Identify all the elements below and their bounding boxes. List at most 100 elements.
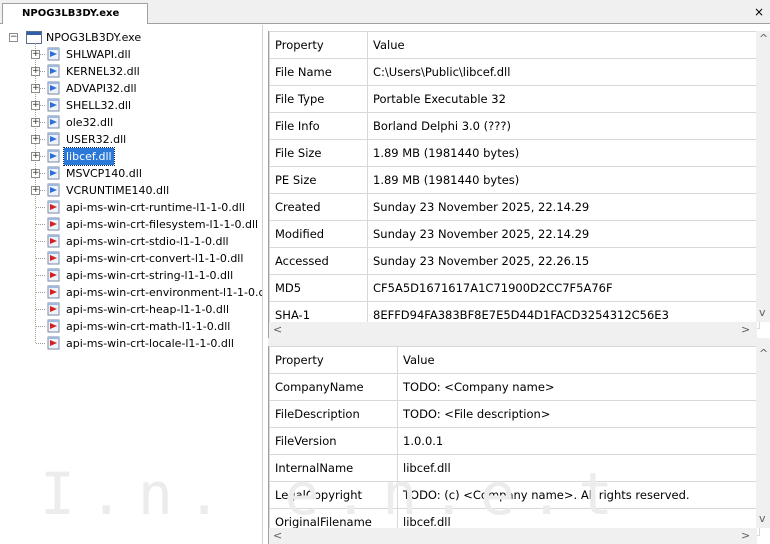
expand-icon[interactable]: + [31, 67, 40, 76]
property-name-cell: Modified [269, 220, 368, 248]
tree-connector [36, 343, 45, 344]
scroll-left-icon[interactable]: < [273, 530, 282, 542]
tree-item[interactable]: api-ms-win-crt-stdio-l1-1-0.dll [0, 233, 262, 250]
tree-connector [36, 292, 45, 293]
table-row[interactable]: Created Sunday 23 November 2025, 22.14.29 [269, 193, 760, 221]
tree-item[interactable]: + MSVCP140.dll [0, 165, 262, 182]
tree-item[interactable]: + SHLWAPI.dll [0, 46, 262, 63]
table-row[interactable]: File Size 1.89 MB (1981440 bytes) [269, 139, 760, 167]
table-row[interactable]: Accessed Sunday 23 November 2025, 22.26.1… [269, 247, 760, 275]
property-value-cell: C:\Users\Public\libcef.dll [367, 58, 760, 86]
version-properties-grid: Property Value CompanyName TODO: <Company n… [268, 346, 770, 544]
scroll-left-icon[interactable]: < [273, 324, 282, 336]
property-value-cell: Sunday 23 November 2025, 22.26.15 [367, 247, 760, 275]
module-icon [47, 149, 60, 163]
table-row[interactable]: File Type Portable Executable 32 [269, 85, 760, 113]
property-name-cell: FileDescription [269, 400, 398, 428]
expand-icon[interactable]: + [31, 118, 40, 127]
tree-connector [36, 326, 45, 327]
column-header[interactable]: Property [269, 346, 398, 374]
expand-icon[interactable]: + [31, 186, 40, 195]
tree-item[interactable]: + libcef.dll [0, 147, 262, 166]
tree-item-label: api-ms-win-crt-runtime-l1-1-0.dll [66, 201, 245, 214]
property-value-cell: CF5A5D1671617A1C71900D2CC7F5A76F [367, 274, 760, 302]
expand-icon[interactable]: + [31, 169, 40, 178]
tree-item[interactable]: + KERNEL32.dll [0, 63, 262, 80]
tree-item[interactable]: api-ms-win-crt-convert-l1-1-0.dll [0, 250, 262, 267]
property-value-cell: 1.0.0.1 [397, 427, 760, 455]
table-row[interactable]: LegalCopyright TODO: (c) <Company name>. … [269, 481, 760, 509]
module-icon [47, 166, 60, 180]
tree-item[interactable]: api-ms-win-crt-string-l1-1-0.dll [0, 267, 262, 284]
property-value-cell: Sunday 23 November 2025, 22.14.29 [367, 220, 760, 248]
tree-item-label: api-ms-win-crt-heap-l1-1-0.dll [66, 303, 230, 316]
dependency-tree[interactable]: − NPOG3LB3DY.exe + SHLWAPI.dll + KERNEL32.dll… [0, 25, 263, 544]
tree-item[interactable]: + ADVAPI32.dll [0, 80, 262, 97]
table-row[interactable]: MD5 CF5A5D1671617A1C71900D2CC7F5A76F [269, 274, 760, 302]
module-icon [47, 132, 60, 146]
table-row[interactable]: File Name C:\Users\Public\libcef.dll [269, 58, 760, 86]
tree-item[interactable]: api-ms-win-crt-locale-l1-1-0.dll [0, 335, 262, 352]
scroll-up-icon[interactable]: ^ [759, 348, 768, 360]
expand-icon[interactable]: + [31, 101, 40, 110]
tree-item-label: api-ms-win-crt-math-l1-1-0.dll [66, 320, 231, 333]
scroll-right-icon[interactable]: > [741, 530, 750, 542]
property-value-cell: Portable Executable 32 [367, 85, 760, 113]
close-icon[interactable]: × [754, 5, 764, 19]
horizontal-scrollbar[interactable]: < > [269, 322, 757, 338]
tree-connector [36, 258, 45, 259]
scroll-down-icon[interactable]: v [759, 307, 766, 319]
column-header[interactable]: Value [397, 346, 760, 374]
scroll-up-icon[interactable]: ^ [759, 33, 768, 45]
scroll-right-icon[interactable]: > [741, 324, 750, 336]
tree-item[interactable]: api-ms-win-crt-heap-l1-1-0.dll [0, 301, 262, 318]
tree-item-label: api-ms-win-crt-stdio-l1-1-0.dll [66, 235, 229, 248]
property-name-cell: Created [269, 193, 368, 221]
property-value-cell: Sunday 23 November 2025, 22.14.29 [367, 193, 760, 221]
property-name-cell: MD5 [269, 274, 368, 302]
tree-item[interactable]: api-ms-win-crt-runtime-l1-1-0.dll [0, 199, 262, 216]
vertical-scrollbar[interactable]: ^ v [756, 31, 770, 322]
tab-file[interactable]: NPOG3LB3DY.exe [2, 3, 148, 24]
expand-icon[interactable]: + [31, 152, 40, 161]
version-properties-table: Property Value CompanyName TODO: <Company n… [269, 346, 760, 536]
table-row[interactable]: Modified Sunday 23 November 2025, 22.14.2… [269, 220, 760, 248]
expand-icon[interactable]: + [31, 135, 40, 144]
expand-icon[interactable]: + [31, 84, 40, 93]
tree-item[interactable]: api-ms-win-crt-filesystem-l1-1-0.dll [0, 216, 262, 233]
expand-icon[interactable]: + [31, 50, 40, 59]
column-header[interactable]: Value [367, 31, 760, 59]
tree-item[interactable]: + ole32.dll [0, 114, 262, 131]
property-name-cell: File Size [269, 139, 368, 167]
tree-item-label: MSVCP140.dll [66, 167, 142, 180]
tree-item[interactable]: api-ms-win-crt-math-l1-1-0.dll [0, 318, 262, 335]
tree-item-label: api-ms-win-crt-string-l1-1-0.dll [66, 269, 234, 282]
tree-item[interactable]: + USER32.dll [0, 131, 262, 148]
tree-item-label: SHELL32.dll [66, 99, 132, 112]
table-row[interactable]: FileDescription TODO: <File description> [269, 400, 760, 428]
scroll-down-icon[interactable]: v [759, 513, 766, 525]
table-row[interactable]: PE Size 1.89 MB (1981440 bytes) [269, 166, 760, 194]
file-properties-grid: Property Value File Name C:\Users\Public\li… [268, 31, 770, 338]
tree-item-label: api-ms-win-crt-filesystem-l1-1-0.dll [66, 218, 259, 231]
tab-strip: NPOG3LB3DY.exe × [0, 0, 770, 24]
table-row[interactable]: File Info Borland Delphi 3.0 (???) [269, 112, 760, 140]
splitter[interactable] [268, 338, 770, 346]
executable-icon [26, 31, 42, 44]
column-header[interactable]: Property [269, 31, 368, 59]
horizontal-scrollbar[interactable]: < > [269, 528, 757, 544]
tree-item-label: libcef.dll [63, 147, 115, 166]
tree-item[interactable]: api-ms-win-crt-environment-l1-1-0.dll [0, 284, 262, 301]
table-row[interactable]: InternalName libcef.dll [269, 454, 760, 482]
vertical-scrollbar[interactable]: ^ v [756, 346, 770, 528]
tree-item[interactable]: + VCRUNTIME140.dll [0, 182, 262, 199]
module-icon [47, 64, 60, 78]
tree-connector [36, 309, 45, 310]
module-icon [47, 115, 60, 129]
tree-item-label: KERNEL32.dll [66, 65, 140, 78]
table-row[interactable]: FileVersion 1.0.0.1 [269, 427, 760, 455]
table-row[interactable]: CompanyName TODO: <Company name> [269, 373, 760, 401]
tree-item[interactable]: + SHELL32.dll [0, 97, 262, 114]
collapse-icon[interactable]: − [9, 33, 18, 42]
tree-connector [36, 241, 45, 242]
